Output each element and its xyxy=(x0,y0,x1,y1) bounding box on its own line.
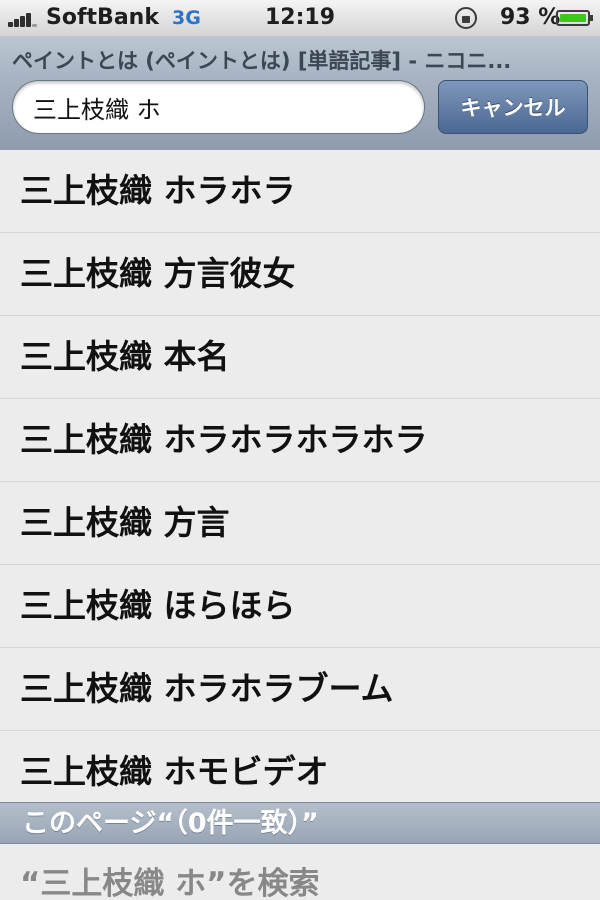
battery-icon xyxy=(556,10,593,26)
battery-percent: 93 % xyxy=(500,5,561,30)
suggestion-item[interactable]: 三上枝織 ホラホラ xyxy=(0,150,600,233)
suggestion-item[interactable]: 三上枝織 ホラホラブーム xyxy=(0,648,600,731)
search-web-item[interactable]: “三上枝織 ホ”を検索 xyxy=(0,844,600,900)
suggestion-item[interactable]: 三上枝織 方言 xyxy=(0,482,600,565)
search-input[interactable] xyxy=(12,80,425,134)
page-title: ペイントとは (ペイントとは) [単語記事] - ニコニ... xyxy=(0,36,600,76)
status-bar: SoftBank 3G 12:19 93 % xyxy=(0,0,600,36)
cancel-button[interactable]: キャンセル xyxy=(438,80,588,134)
suggestion-item[interactable]: 三上枝織 ホラホラホラホラ xyxy=(0,399,600,482)
search-bar: キャンセル xyxy=(0,76,600,151)
rotation-lock-icon xyxy=(455,7,477,29)
suggestion-list: 三上枝織 ホラホラ 三上枝織 方言彼女 三上枝織 本名 三上枝織 ホラホラホラホ… xyxy=(0,150,600,814)
suggestion-item[interactable]: 三上枝織 本名 xyxy=(0,316,600,399)
suggestion-item[interactable]: 三上枝織 ほらほら xyxy=(0,565,600,648)
find-on-page-header: このページ“（0件一致）” xyxy=(0,802,600,844)
suggestion-item[interactable]: 三上枝織 方言彼女 xyxy=(0,233,600,316)
